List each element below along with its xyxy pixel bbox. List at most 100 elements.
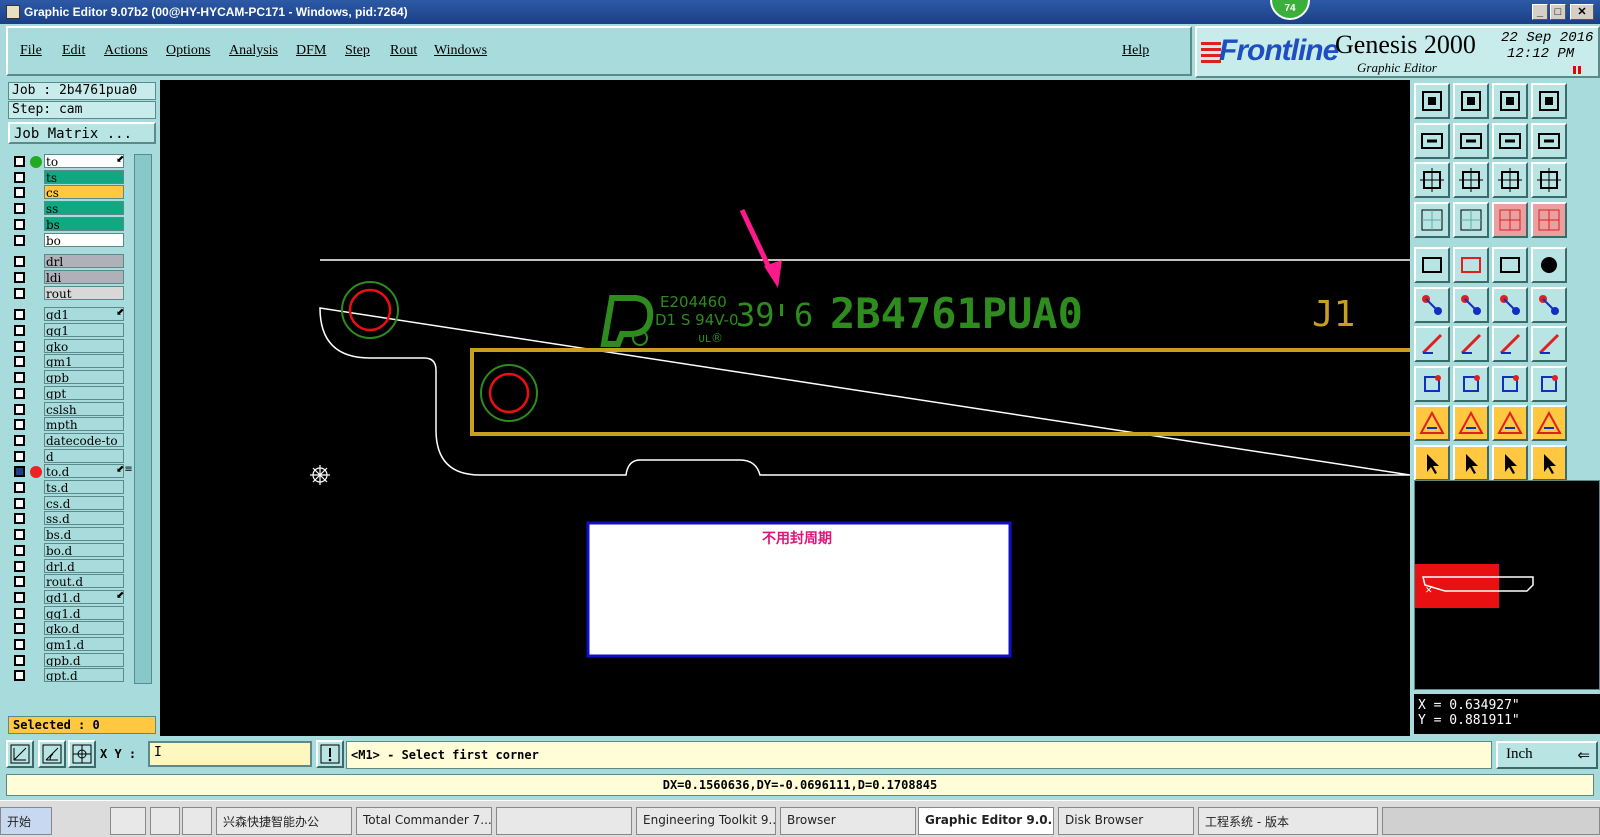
quick-launch-2[interactable]: [150, 807, 180, 835]
layer-row[interactable]: gm1.d: [10, 637, 132, 652]
layer-row[interactable]: rout: [10, 285, 132, 301]
layer-row[interactable]: ldi: [10, 269, 132, 285]
open-job-icon[interactable]: [1414, 83, 1450, 119]
layer-name[interactable]: bo.d: [44, 542, 124, 557]
layer-row[interactable]: to ⬋: [10, 154, 132, 169]
layer-checkbox[interactable]: [14, 497, 25, 509]
layer-checkbox[interactable]: [14, 450, 25, 462]
layer-name[interactable]: gg1.d: [44, 605, 124, 620]
grid-icon[interactable]: [1453, 201, 1489, 238]
task-browser[interactable]: Browser: [780, 807, 916, 835]
layer-row[interactable]: gko: [10, 338, 132, 354]
layer-row[interactable]: drl.d: [10, 558, 132, 574]
layer-checkbox[interactable]: [14, 203, 25, 215]
layer-row[interactable]: d: [10, 448, 132, 464]
pointer-circle-icon[interactable]: [1492, 444, 1528, 481]
triangle-mark-icon[interactable]: [1453, 405, 1489, 441]
alert-icon[interactable]: [316, 740, 344, 768]
layer-checkbox[interactable]: [14, 171, 25, 183]
layer-checkbox[interactable]: [14, 591, 25, 603]
layer-name[interactable]: to: [44, 154, 124, 168]
home-icon[interactable]: [1492, 83, 1528, 119]
text-icon[interactable]: [1492, 247, 1528, 283]
drag-icon[interactable]: [1492, 365, 1528, 402]
layer-row[interactable]: to.d ⬋≡: [10, 464, 133, 479]
menu-actions[interactable]: Actions: [104, 43, 148, 59]
zoom-fit-icon[interactable]: [1414, 162, 1450, 198]
layer-name[interactable]: gko.d: [44, 621, 124, 636]
layer-checkbox[interactable]: [14, 372, 25, 384]
zoom-center-icon[interactable]: [1453, 162, 1489, 198]
layer-row[interactable]: drl: [10, 254, 132, 269]
dot-icon[interactable]: [1531, 247, 1567, 283]
layer-row[interactable]: gko.d: [10, 621, 132, 636]
layer-checkbox[interactable]: [14, 482, 25, 493]
layer-row[interactable]: ts: [10, 169, 132, 185]
pan-left-icon[interactable]: [1414, 122, 1450, 159]
layer-name[interactable]: ts.d: [44, 480, 124, 494]
layer-row[interactable]: mpth: [10, 417, 132, 432]
layer-checkbox[interactable]: [14, 544, 25, 556]
job-matrix-button[interactable]: Job Matrix ...: [8, 122, 156, 144]
menu-file[interactable]: File: [20, 43, 42, 59]
layer-name[interactable]: d: [44, 448, 124, 463]
layer-name[interactable]: datecode-to: [44, 432, 124, 447]
maximize-button[interactable]: □: [1550, 4, 1566, 20]
layer-checkbox[interactable]: [14, 256, 25, 268]
layer-name[interactable]: gpt: [44, 385, 124, 400]
measure-ruler-icon[interactable]: [1414, 201, 1450, 238]
task-disk-browser[interactable]: Disk Browser: [1058, 807, 1194, 835]
layer-row[interactable]: datecode-to: [10, 432, 132, 448]
menu-rout[interactable]: Rout: [390, 43, 417, 59]
layer-checkbox[interactable]: [14, 187, 25, 199]
layer-name[interactable]: gg1: [44, 323, 124, 337]
layer-checkbox[interactable]: [14, 607, 25, 619]
layer-name[interactable]: drl: [44, 254, 124, 269]
layer-name[interactable]: gpb: [44, 370, 124, 385]
move-node-icon[interactable]: [1492, 286, 1528, 323]
snap-pad-icon[interactable]: [1492, 201, 1528, 238]
task-office[interactable]: 兴森快捷智能办公: [216, 807, 352, 835]
layer-checkbox[interactable]: [14, 576, 25, 588]
layer-row[interactable]: gpt.d: [10, 668, 132, 683]
layer-name[interactable]: to.d: [44, 464, 124, 479]
task-blank[interactable]: [496, 807, 632, 835]
select-region-icon[interactable]: [1414, 365, 1450, 402]
layer-checkbox[interactable]: [14, 325, 25, 336]
layer-name[interactable]: gpt.d: [44, 668, 124, 683]
layer-name[interactable]: cslsh: [44, 401, 124, 416]
node-edit-icon[interactable]: [1414, 286, 1450, 323]
layer-row[interactable]: bo.d: [10, 542, 132, 558]
layer-row[interactable]: cs: [10, 185, 132, 200]
layer-checkbox[interactable]: [14, 466, 25, 478]
task-total-commander[interactable]: Total Commander 7...: [356, 807, 492, 835]
layer-name[interactable]: gd1: [44, 307, 124, 322]
window-icon[interactable]: [6, 5, 20, 19]
layer-checkbox[interactable]: [14, 356, 25, 368]
layer-row[interactable]: ts.d: [10, 480, 132, 495]
minimize-button[interactable]: _: [1532, 4, 1548, 20]
triangle-a-icon[interactable]: [1492, 405, 1528, 441]
task-graphic-editor[interactable]: Graphic Editor 9.0...: [918, 807, 1054, 835]
quick-launch-3[interactable]: [182, 807, 212, 835]
layer-row[interactable]: bo: [10, 232, 132, 248]
close-button[interactable]: ✕: [1570, 4, 1594, 20]
layer-row[interactable]: gpb.d: [10, 652, 132, 668]
snap-line-icon[interactable]: [1531, 201, 1567, 238]
triangle-flip-icon[interactable]: [1531, 405, 1567, 441]
layer-name[interactable]: rout: [44, 285, 124, 300]
triangle-check-icon[interactable]: [1414, 405, 1450, 441]
layer-checkbox[interactable]: [14, 218, 25, 230]
layer-checkbox[interactable]: [14, 271, 25, 283]
zoom-window-icon[interactable]: [1531, 83, 1567, 119]
layer-name[interactable]: gm1: [44, 354, 124, 369]
layer-row[interactable]: rout.d: [10, 574, 132, 589]
redraw-icon[interactable]: [1531, 122, 1567, 159]
layer-checkbox[interactable]: [14, 340, 25, 352]
menu-analysis[interactable]: Analysis: [229, 43, 278, 59]
layer-row[interactable]: gg1: [10, 323, 132, 338]
pointer-select-icon[interactable]: [1414, 444, 1450, 481]
pointer-box-icon[interactable]: [1453, 444, 1489, 481]
layer-row[interactable]: cs.d: [10, 495, 132, 511]
layer-checkbox[interactable]: [14, 513, 25, 525]
